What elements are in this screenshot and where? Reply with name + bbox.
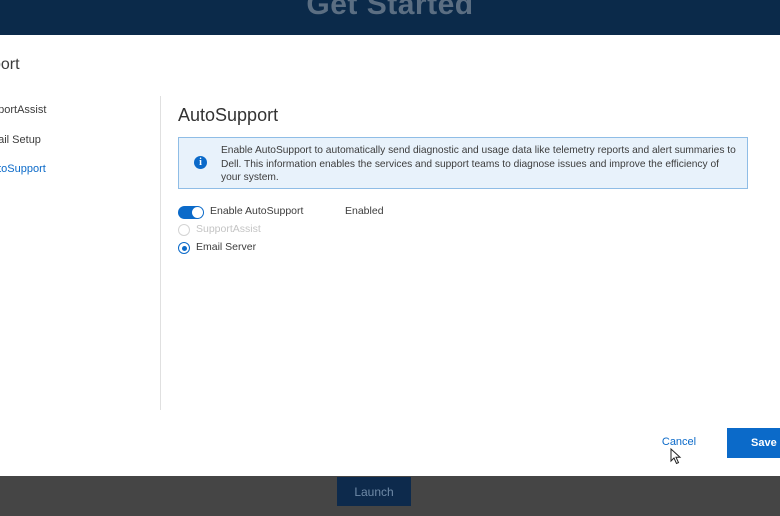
nav-item-email-setup[interactable]: nail Setup <box>0 134 41 146</box>
save-button[interactable]: Save <box>727 428 780 458</box>
mouse-pointer-icon <box>670 448 682 465</box>
radio-button[interactable] <box>178 224 190 236</box>
background-header: Get Started <box>0 0 780 35</box>
nav-item-supportassist[interactable]: pportAssist <box>0 104 46 116</box>
info-icon: i <box>194 156 207 169</box>
nav-item-autosupport[interactable]: utoSupport <box>0 163 46 175</box>
radio-button[interactable] <box>178 242 190 254</box>
toggle-state-text: Enabled <box>345 205 384 217</box>
panel-title: AutoSupport <box>178 105 279 125</box>
enable-autosupport-toggle[interactable] <box>178 206 204 219</box>
background-title: Get Started <box>306 0 474 21</box>
info-banner: i Enable AutoSupport to automatically se… <box>178 137 748 189</box>
info-text: Enable AutoSupport to automatically send… <box>221 145 736 183</box>
radio-label: Email Server <box>196 241 257 253</box>
nav-divider <box>160 96 161 410</box>
radio-label: SupportAssist <box>196 223 261 235</box>
toggle-label: Enable AutoSupport <box>210 205 304 217</box>
dialog-title: port <box>0 56 20 73</box>
launch-button[interactable]: Launch <box>337 477 411 506</box>
autosupport-dialog: port pportAssist nail Setup utoSupport A… <box>0 35 780 476</box>
toggle-knob <box>192 207 203 218</box>
